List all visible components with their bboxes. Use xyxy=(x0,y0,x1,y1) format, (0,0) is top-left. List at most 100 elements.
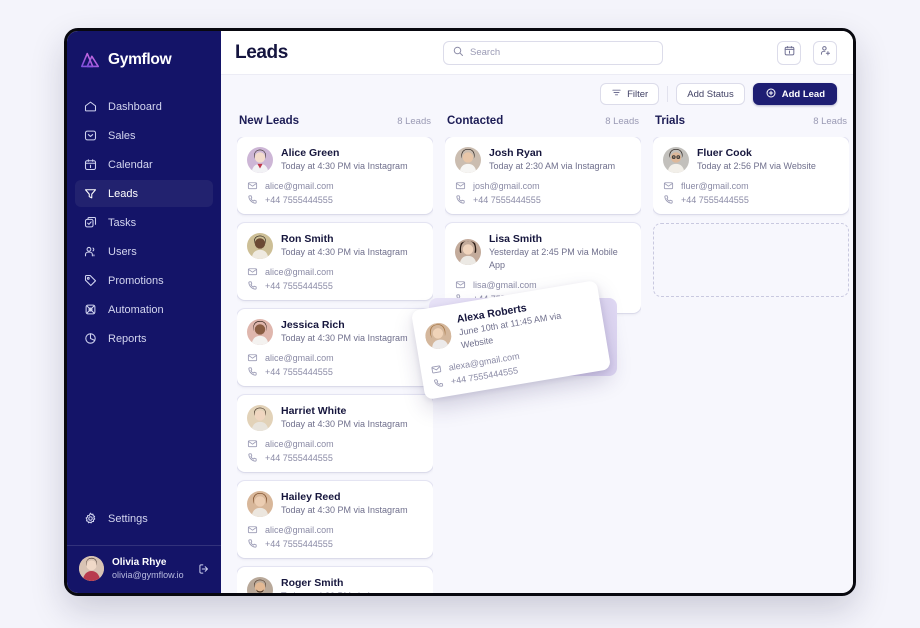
sidebar-item-leads[interactable]: Leads xyxy=(75,180,213,207)
sidebar-item-users[interactable]: Users xyxy=(75,238,213,265)
column-header: Contacted 8 Leads xyxy=(445,113,641,137)
add-status-button-label: Add Status xyxy=(687,88,734,100)
phone-icon xyxy=(247,280,258,291)
lead-name: Josh Ryan xyxy=(489,147,543,159)
lead-card[interactable]: Fluer Cook Today at 2:56 PM via Website … xyxy=(653,137,849,214)
search-box[interactable] xyxy=(443,40,663,65)
column-cards[interactable]: Alice Green Today at 4:30 PM via Instagr… xyxy=(237,137,433,593)
lead-email-row: alice@gmail.com xyxy=(247,266,423,277)
search-icon xyxy=(452,44,464,62)
lead-name: Hailey Reed xyxy=(281,491,341,503)
lead-phone-row: +44 7555444555 xyxy=(247,280,423,291)
sidebar-item-settings[interactable]: Settings xyxy=(75,505,213,532)
card-identity: Ron Smith Today at 4:30 PM via Instagram xyxy=(281,232,408,259)
lead-email-row: alice@gmail.com xyxy=(247,438,423,449)
card-header: Alice Green Today at 4:30 PM via Instagr… xyxy=(247,146,423,173)
avatar xyxy=(247,404,273,431)
board-column-new-leads: New Leads 8 Leads Alice Green Today at 4… xyxy=(237,113,433,593)
card-contact: alice@gmail.com +44 7555444555 xyxy=(247,524,423,549)
lead-card[interactable]: Ron Smith Today at 4:30 PM via Instagram… xyxy=(237,223,433,300)
lead-card[interactable]: Jessica Rich Today at 4:30 PM via Instag… xyxy=(237,309,433,386)
lead-phone: +44 7555444555 xyxy=(265,194,333,205)
lead-name: Roger Smith xyxy=(281,577,344,589)
card-header: Josh Ryan Today at 2:30 AM via Instagram xyxy=(455,146,631,173)
lead-name: Jessica Rich xyxy=(281,319,345,331)
lead-name: Harriet White xyxy=(281,405,347,417)
lead-card[interactable]: Roger Smith Today at 4:30 PM via Instagr… xyxy=(237,567,433,593)
lead-source: Today at 4:30 PM via Instagram xyxy=(281,247,408,257)
card-header: Jessica Rich Today at 4:30 PM via Instag… xyxy=(247,318,423,345)
sidebar-item-sales[interactable]: Sales xyxy=(75,122,213,149)
column-count: 8 Leads xyxy=(813,116,847,127)
lead-source: Today at 2:30 AM via Instagram xyxy=(489,161,616,171)
brand[interactable]: Gymflow xyxy=(67,31,221,75)
filter-button[interactable]: Filter xyxy=(600,83,660,105)
column-header: Trials 8 Leads xyxy=(653,113,849,137)
logout-icon[interactable] xyxy=(197,562,211,576)
lead-card[interactable]: Alice Green Today at 4:30 PM via Instagr… xyxy=(237,137,433,214)
lead-email-row: fluer@gmail.com xyxy=(663,180,839,191)
card-contact: alice@gmail.com +44 7555444555 xyxy=(247,180,423,205)
sidebar: Gymflow Dashboard Sales Calendar Leads T… xyxy=(67,31,221,593)
lead-phone-row: +44 7555444555 xyxy=(247,538,423,549)
tag-icon xyxy=(83,273,98,288)
gymflow-mountain-logo-icon xyxy=(79,49,101,71)
lead-source: Today at 4:30 PM via Instagram xyxy=(281,590,408,593)
card-identity: Lisa Smith Yesterday at 2:45 PM via Mobi… xyxy=(489,232,631,272)
card-header: Harriet White Today at 4:30 PM via Insta… xyxy=(247,404,423,431)
empty-drop-zone[interactable] xyxy=(653,223,849,297)
envelope-icon xyxy=(663,180,674,191)
search-input[interactable] xyxy=(470,47,654,58)
add-status-button[interactable]: Add Status xyxy=(676,83,745,105)
sidebar-user[interactable]: Olivia Rhye olivia@gymflow.io xyxy=(67,546,221,593)
lead-card[interactable]: Hailey Reed Today at 4:30 PM via Instagr… xyxy=(237,481,433,558)
phone-icon xyxy=(663,194,674,205)
sidebar-item-label: Tasks xyxy=(108,216,137,229)
lead-source: Today at 4:30 PM via Instagram xyxy=(281,333,408,343)
home-icon xyxy=(83,99,98,114)
lead-phone: +44 7555444555 xyxy=(265,280,333,291)
lead-card[interactable]: Harriet White Today at 4:30 PM via Insta… xyxy=(237,395,433,472)
card-header: Ron Smith Today at 4:30 PM via Instagram xyxy=(247,232,423,259)
lead-email: alice@gmail.com xyxy=(265,352,334,363)
lead-source: Today at 2:56 PM via Website xyxy=(697,161,816,171)
card-identity: Jessica Rich Today at 4:30 PM via Instag… xyxy=(281,318,408,345)
filter-lines-icon xyxy=(611,87,622,101)
phone-icon xyxy=(247,452,258,463)
lead-source: Today at 4:30 PM via Instagram xyxy=(281,161,408,171)
page-title: Leads xyxy=(235,41,288,63)
card-header: Hailey Reed Today at 4:30 PM via Instagr… xyxy=(247,490,423,517)
lead-email-row: josh@gmail.com xyxy=(455,180,631,191)
sidebar-item-tasks[interactable]: Tasks xyxy=(75,209,213,236)
phone-icon xyxy=(455,194,466,205)
card-identity: Roger Smith Today at 4:30 PM via Instagr… xyxy=(281,576,408,593)
lead-phone: +44 7555444555 xyxy=(265,538,333,549)
add-user-button[interactable] xyxy=(813,40,837,65)
sidebar-item-promotions[interactable]: Promotions xyxy=(75,267,213,294)
lead-card[interactable]: Josh Ryan Today at 2:30 AM via Instagram… xyxy=(445,137,641,214)
envelope-icon xyxy=(455,180,466,191)
calendar-icon xyxy=(83,157,98,172)
sidebar-item-calendar[interactable]: Calendar xyxy=(75,151,213,178)
avatar xyxy=(455,146,481,173)
lead-email: lisa@gmail.com xyxy=(473,279,537,290)
sidebar-item-automation[interactable]: Automation xyxy=(75,296,213,323)
add-lead-button[interactable]: Add Lead xyxy=(752,83,837,105)
sidebar-item-reports[interactable]: Reports xyxy=(75,325,213,352)
envelope-icon xyxy=(247,438,258,449)
calendar-button[interactable] xyxy=(777,40,801,65)
envelope-icon xyxy=(247,180,258,191)
envelope-icon xyxy=(247,352,258,363)
column-title: Contacted xyxy=(447,115,504,127)
card-identity: Josh Ryan Today at 2:30 AM via Instagram xyxy=(489,146,615,173)
envelope-icon xyxy=(430,363,443,376)
column-cards[interactable]: Fluer Cook Today at 2:56 PM via Website … xyxy=(653,137,849,593)
avatar xyxy=(247,318,273,345)
sidebar-user-email: olivia@gymflow.io xyxy=(112,570,184,580)
sidebar-item-dashboard[interactable]: Dashboard xyxy=(75,93,213,120)
lead-source: Today at 4:30 PM via Instagram xyxy=(281,505,408,515)
lead-email-row: alice@gmail.com xyxy=(247,352,423,363)
card-contact: alice@gmail.com +44 7555444555 xyxy=(247,352,423,377)
tasks-check-icon xyxy=(83,215,98,230)
